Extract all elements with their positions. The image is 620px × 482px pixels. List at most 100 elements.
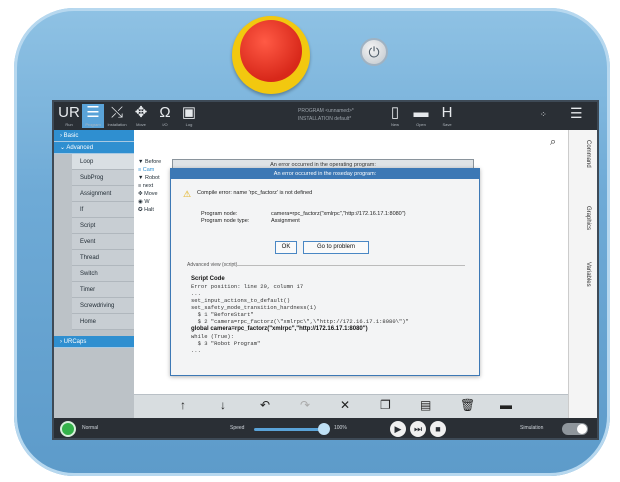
tab-command[interactable]: Command: [577, 140, 591, 168]
tree-node[interactable]: ▼ Robot: [138, 174, 174, 182]
move-down-icon[interactable]: ↓: [220, 398, 226, 412]
speed-indicator-icon: ⁘: [540, 110, 547, 119]
program-tab[interactable]: ☰ Program: [82, 104, 104, 128]
code-line: $ 2 "camera=rpc_factorz(\"xmlrpc\",\"htt…: [191, 318, 409, 325]
speed-slider-handle[interactable]: [318, 423, 330, 435]
sidebar-group-urcaps[interactable]: › URCaps: [54, 336, 134, 348]
sidebar-group-basic[interactable]: › Basic: [54, 130, 134, 142]
installation-name: INSTALLATION default*: [298, 116, 352, 122]
hamburger-menu-icon[interactable]: ☰: [570, 105, 583, 122]
code-line: $ 1 "BeforeStart": [191, 311, 254, 318]
group-label: Advanced: [66, 145, 94, 151]
sidebar-item-home[interactable]: Home: [72, 314, 134, 330]
script-code: Script Code Error position: line 20, col…: [191, 275, 477, 354]
program-icon: ☰: [86, 104, 100, 121]
open-button[interactable]: ▬ Open: [410, 104, 432, 128]
log-tab[interactable]: ▣ Log: [178, 104, 200, 128]
sidebar-item-screwdriving[interactable]: Screwdriving: [72, 298, 134, 314]
run-label: Run: [65, 122, 73, 127]
sidebar-group-advanced[interactable]: ⌄ Advanced: [54, 142, 134, 154]
ur-logo-icon: UR: [58, 104, 80, 121]
open-folder-icon: ▬: [413, 104, 429, 121]
power-button[interactable]: ⏻: [360, 38, 388, 66]
suppress-icon[interactable]: ▬: [500, 398, 512, 412]
sidebar-item-thread[interactable]: Thread: [72, 250, 134, 266]
redo-icon[interactable]: ↷: [300, 398, 310, 412]
open-label: Open: [416, 122, 426, 127]
warning-icon: ⚠: [183, 189, 192, 199]
sidebar-item-switch[interactable]: Switch: [72, 266, 134, 282]
installation-tab[interactable]: ⤯ Installation: [106, 104, 128, 128]
sidebar-item-script[interactable]: Script: [72, 218, 134, 234]
new-file-icon: ▯: [390, 104, 400, 121]
error-dialog-title: An error occurred in the roseday program…: [171, 169, 479, 179]
program-tree: ▼ Before ≡ Cam ▼ Robot ≡ next ✥ Move ◉ W…: [138, 158, 174, 214]
delete-icon[interactable]: 🗑: [460, 398, 475, 412]
code-line: ...: [191, 347, 201, 354]
move-tab[interactable]: ✥ Move: [130, 104, 152, 128]
go-to-problem-button[interactable]: Go to problem: [303, 241, 369, 254]
sidebar-item-loop[interactable]: Loop: [72, 154, 134, 170]
divider: [225, 265, 465, 266]
tab-graphics[interactable]: Graphics: [577, 206, 591, 230]
undo-icon[interactable]: ↶: [260, 398, 270, 412]
simulation-toggle[interactable]: [562, 423, 588, 435]
sidebar-item-assignment[interactable]: Assignment: [72, 186, 134, 202]
save-icon: H: [441, 104, 453, 121]
node-type-label: Program node type:: [201, 218, 250, 224]
sidebar: › Basic ⌄ Advanced Loop SubProg Assignme…: [54, 130, 134, 426]
group-label: URCaps: [63, 339, 87, 345]
io-icon: Ω: [159, 104, 171, 121]
new-button[interactable]: ▯ New: [384, 104, 406, 128]
tree-node[interactable]: ✪ Halt: [138, 206, 174, 214]
ur-logo-button[interactable]: UR Run: [58, 104, 80, 128]
robot-status-icon[interactable]: [60, 421, 76, 437]
move-icon: ✥: [134, 104, 148, 121]
tab-variables[interactable]: Variables: [577, 262, 591, 287]
installation-icon: ⤯: [110, 104, 123, 121]
io-tab[interactable]: Ω I/O: [154, 104, 176, 128]
toggle-knob: [577, 424, 587, 434]
error-position: Error position: line 20, column 17: [191, 283, 304, 290]
simulation-label: Simulation: [520, 425, 544, 431]
paste-icon[interactable]: ▤: [420, 398, 431, 412]
log-icon: ▣: [181, 104, 197, 121]
speed-label: Speed: [230, 425, 245, 431]
sidebar-item-timer[interactable]: Timer: [72, 282, 134, 298]
sidebar-item-subprog[interactable]: SubProg: [72, 170, 134, 186]
speed-slider[interactable]: [254, 428, 320, 431]
save-label: Save: [442, 122, 452, 127]
new-label: New: [390, 122, 399, 127]
tree-node[interactable]: ◉ W: [138, 198, 174, 206]
stop-icon[interactable]: ■: [430, 421, 446, 437]
program-node-label: Program node:: [201, 211, 238, 217]
tree-node[interactable]: ✥ Move: [138, 190, 174, 198]
code-line: set_safety_mode_transition_hardness(1): [191, 304, 317, 311]
program-node-value: camera=rpc_factorz("xmlrpc","http://172.…: [271, 211, 406, 217]
node-type-value: Assignment: [271, 218, 300, 224]
emergency-stop-button[interactable]: [240, 20, 302, 82]
save-button[interactable]: H Save: [436, 104, 458, 128]
tree-node[interactable]: ≡ Cam: [138, 166, 174, 174]
step-icon[interactable]: ⏭: [410, 421, 426, 437]
cut-icon[interactable]: ✕: [340, 398, 350, 412]
play-icon[interactable]: ▶: [390, 421, 406, 437]
copy-icon[interactable]: ❐: [380, 398, 391, 412]
code-line: ...: [191, 290, 201, 297]
speed-value: 100%: [334, 425, 347, 431]
search-icon[interactable]: ⌕: [550, 136, 556, 149]
tree-node[interactable]: ≡ next: [138, 182, 174, 190]
sidebar-item-if[interactable]: If: [72, 202, 134, 218]
script-code-heading: Script Code: [191, 276, 225, 282]
program-info: PROGRAM <unnamed>* INSTALLATION default*: [298, 107, 354, 123]
program-name: PROGRAM <unnamed>*: [298, 108, 354, 114]
ok-button[interactable]: OK: [275, 241, 297, 254]
tree-node[interactable]: ▼ Before: [138, 158, 174, 166]
error-dialog: An error occurred in the roseday program…: [170, 168, 480, 376]
error-message: Compile error: name 'rpc_factorz' is not…: [197, 190, 313, 196]
move-up-icon[interactable]: ↑: [180, 398, 186, 412]
program-label: Program: [85, 122, 101, 127]
move-label: Move: [136, 122, 146, 127]
sidebar-item-event[interactable]: Event: [72, 234, 134, 250]
right-tabs: Command Graphics Variables: [568, 130, 597, 426]
